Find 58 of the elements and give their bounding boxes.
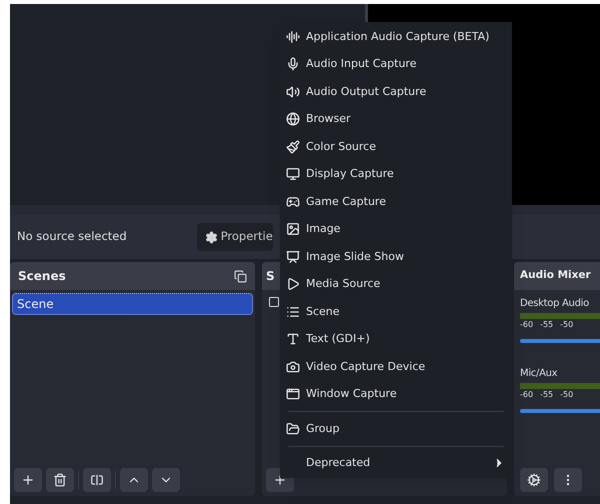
meter-tick-label: -50 (560, 319, 574, 331)
source-icon (268, 296, 280, 308)
text-icon (286, 332, 300, 346)
panel-title: Audio Mixer (520, 268, 591, 284)
menu-item[interactable]: Window Capture (280, 380, 512, 408)
menu-item[interactable]: Game Capture (280, 188, 512, 216)
trash-icon (53, 473, 67, 487)
play-icon (286, 277, 300, 292)
undock-icon (234, 270, 247, 282)
gamepad-icon (286, 194, 300, 209)
window-icon (286, 387, 300, 402)
meter-tick-label: -55 (540, 389, 554, 401)
menu-item[interactable]: Application Audio Capture (BETA) (280, 23, 512, 50)
scene-item[interactable]: Scene (12, 293, 253, 315)
meter-tick-label: -60 (520, 389, 534, 401)
channel-name: Mic/Aux (520, 367, 558, 381)
meter-tick-label: -55 (540, 319, 554, 331)
speaker-icon (286, 84, 300, 99)
status-text: No source selected (17, 228, 127, 246)
gear-icon (204, 230, 218, 244)
panel-title: Scenes (18, 268, 66, 285)
move-up-button[interactable] (120, 468, 148, 492)
slideshow-icon (286, 250, 300, 264)
channel-name: Desktop Audio (520, 297, 589, 311)
move-down-button[interactable] (152, 468, 180, 492)
image-icon (286, 222, 300, 236)
folder-icon (286, 422, 300, 436)
properties-button[interactable]: Propertie (196, 223, 273, 251)
menu-item[interactable]: Media Source (280, 270, 512, 298)
plus-icon (21, 473, 35, 487)
menu-item[interactable]: Browser (280, 106, 512, 133)
menu-item[interactable]: Audio Input Capture (280, 50, 512, 78)
camera-icon (286, 360, 300, 374)
list-icon (286, 304, 300, 319)
filter-button[interactable] (83, 468, 111, 492)
menu-item[interactable]: Image (280, 216, 512, 243)
settings-button[interactable] (520, 468, 548, 492)
monitor-icon (286, 167, 300, 182)
menu-item[interactable]: Group (280, 415, 512, 442)
menu-item[interactable]: Display Capture (280, 160, 512, 188)
menu-item[interactable]: Color Source (280, 133, 512, 160)
menu-item[interactable]: Audio Output Capture (280, 78, 512, 106)
menu-item[interactable]: Scene (280, 298, 512, 326)
menu-item[interactable]: Image Slide Show (280, 243, 512, 270)
meter-tick-label: -50 (560, 389, 574, 401)
gears-icon (527, 473, 541, 487)
delete-button[interactable] (46, 468, 74, 492)
menu-item[interactable]: Text (GDI+) (280, 326, 512, 353)
audio-wave-icon (286, 30, 300, 44)
add-button[interactable] (14, 468, 42, 492)
panel-title: S (266, 268, 275, 285)
paintbrush-icon (286, 140, 300, 154)
split-square-icon (90, 473, 104, 487)
microphone-icon (286, 57, 300, 72)
menu-item[interactable]: Deprecated (280, 450, 512, 477)
globe-icon (286, 112, 300, 126)
meter-tick-label: -60 (520, 319, 534, 331)
menu-item[interactable]: Video Capture Device (280, 353, 512, 380)
